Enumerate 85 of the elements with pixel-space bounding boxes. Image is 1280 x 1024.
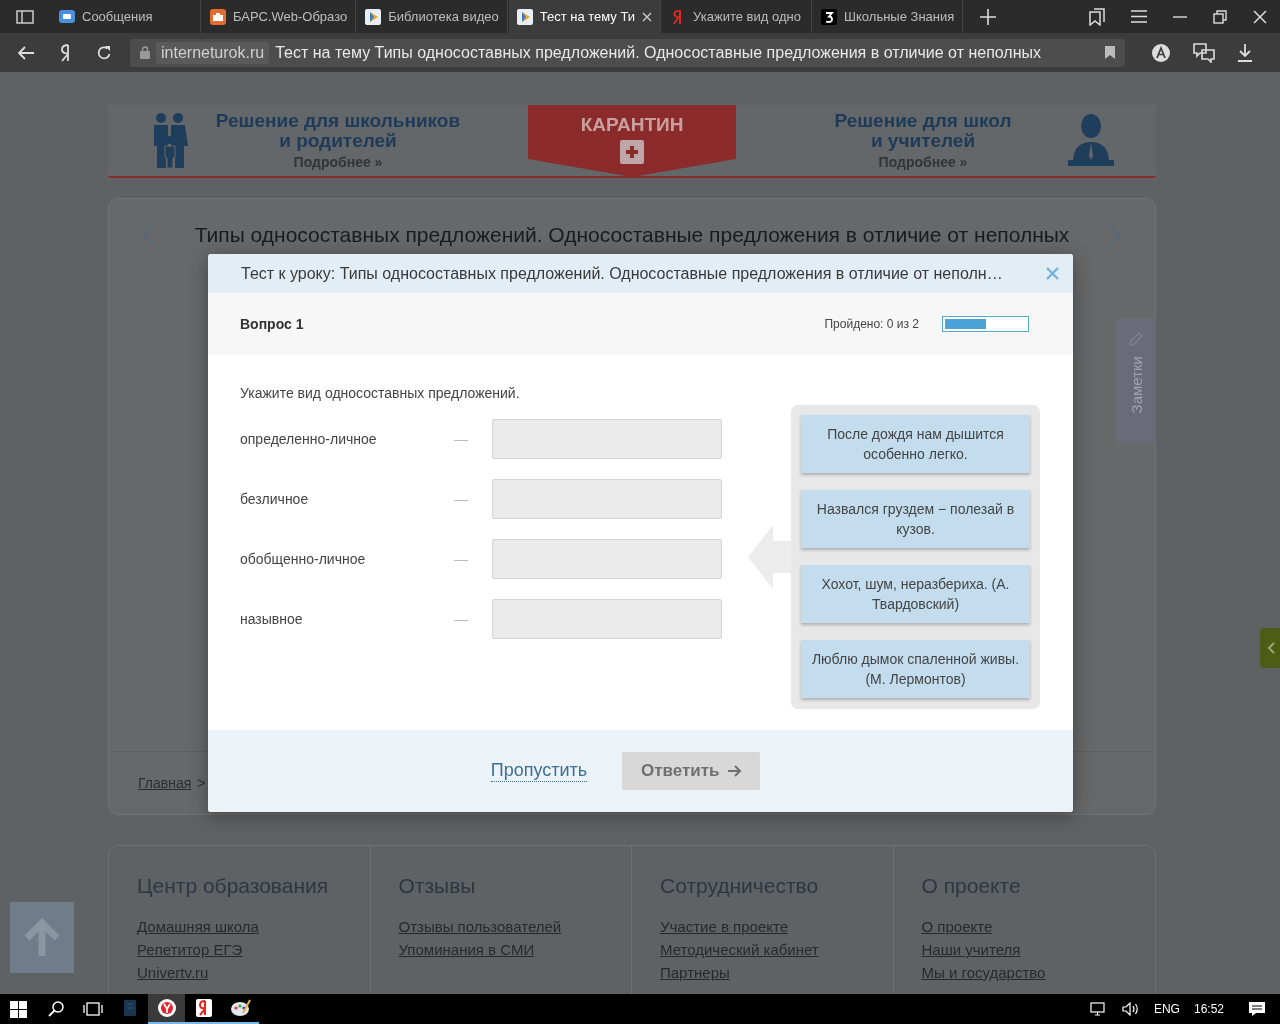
chat-icon [59,8,75,25]
drop-field[interactable] [492,479,722,519]
play-icon [516,8,533,25]
drop-field[interactable] [492,599,722,639]
quarantine-ribbon[interactable]: КАРАНТИН [528,105,736,177]
banner-title[interactable]: и родителей [190,131,486,151]
arrow-up-icon [22,917,62,958]
download-icon[interactable] [1237,43,1253,62]
footer-link[interactable]: Мы и государство [921,964,1127,981]
footer-link[interactable]: Репетитор ЕГЭ [137,941,342,958]
category-label: определенно-личное [240,431,378,447]
translate-icon[interactable] [1193,42,1215,63]
bookmarks-icon[interactable] [1089,7,1105,26]
breadcrumb-link[interactable]: Главная [138,775,192,791]
dash: — [454,431,469,447]
answer-card[interactable]: Люблю дымок спаленной живы. (М. Лермонтов) [801,640,1030,698]
restore-icon[interactable] [1213,9,1227,24]
notifications-icon[interactable] [1248,1001,1266,1017]
banner-title[interactable]: и учителей [778,131,1068,151]
footer-link[interactable]: Партнеры [660,964,865,981]
lock-icon [140,46,150,59]
footer-link[interactable]: Упоминания в СМИ [398,941,603,958]
windows-start-icon[interactable] [10,1000,27,1018]
bookmark-icon[interactable] [1105,46,1115,59]
answer-card[interactable]: Назвался груздем − полезай в кузов. [801,490,1030,548]
notepad-icon [123,1000,136,1016]
dash: — [454,491,469,507]
answer-card[interactable]: Хохот, шум, неразбериха. (А. Твардовский) [801,565,1030,623]
sidebar-icon[interactable] [16,9,34,24]
ribbon-title: КАРАНТИН [580,114,684,136]
play-icon [365,8,382,25]
close-icon[interactable] [642,11,653,22]
footer-link[interactable]: Univertv.ru [137,964,342,981]
banner-title[interactable]: Решение для школьников [190,111,486,131]
reload-icon[interactable] [96,44,112,61]
menu-icon[interactable] [1131,10,1147,23]
taskbar-app[interactable] [148,994,185,1024]
task-view-icon[interactable] [82,1002,103,1016]
breadcrumb-separator: > [197,775,206,791]
footer-link[interactable]: О проекте [921,918,1127,935]
znania-icon [821,8,838,25]
domain-label: interneturok.ru [156,41,270,64]
category-label: безличное [240,491,310,507]
category-label: назывное [240,611,304,627]
back-icon[interactable] [18,45,34,60]
yandex-letter-icon [195,999,212,1017]
palette-icon [230,999,251,1017]
minimize-icon[interactable] [1173,15,1187,18]
answer-card[interactable]: После дождя нам дышится особенно легко. [801,415,1030,473]
browser-tab[interactable]: Тест на тему Ти [508,0,662,33]
medical-cross-icon [620,140,644,164]
network-icon[interactable] [1089,1002,1108,1016]
footer-link[interactable]: Домашняя школа [137,918,342,935]
instruction-text: Укажите вид односоставных предложений. [240,385,521,401]
drop-field[interactable] [492,419,722,459]
account-icon[interactable] [1151,42,1171,63]
drop-field[interactable] [492,539,722,579]
notes-tab[interactable]: Заметки [1116,318,1156,443]
browser-icon [157,999,176,1017]
language-indicator[interactable]: ENG [1153,1002,1180,1016]
dash: — [454,551,469,567]
teacher-icon [1068,113,1114,168]
lesson-title: Типы односоставных предложений. Односоставные предложения в отличие от неполных [194,223,1070,247]
briefcase-icon [210,8,226,25]
volume-icon[interactable] [1121,1002,1140,1016]
arrow-right-icon [727,765,742,777]
skip-link[interactable]: Пропустить [490,760,588,782]
progress-label: Пройдено: 0 из 2 [824,317,919,331]
modal-title: Тест к уроку: Типы односоставных предложений. Односоставные предложения в отличие от неполн… [241,264,1004,283]
page-title: Тест на тему Типы односоставных предложений. Односоставные предложения в отличие от неполных [275,43,1043,62]
address-field[interactable]: interneturok.ru Тест на тему Типы односоставных предложений. Односоставные предложения в отличие от неполных [130,38,1125,67]
footer-link[interactable]: Методический кабинет [660,941,865,958]
footer-link[interactable]: Наши учителя [921,941,1127,958]
search-icon[interactable] [47,1001,64,1017]
close-icon[interactable] [1253,9,1267,24]
plus-icon[interactable] [980,8,997,25]
footer-link[interactable]: Отзывы пользователей [398,918,603,935]
footer-link[interactable]: Участие в проекте [660,918,865,935]
clock[interactable]: 16:52 [1193,1002,1224,1016]
chevron-left-icon [1267,642,1275,654]
yandex-logo-icon[interactable] [60,43,72,62]
question-number: Вопрос 1 [240,316,305,332]
dash: — [454,611,469,627]
banner-title[interactable]: Решение для школ [778,111,1068,131]
category-label: обобщенно-личное [240,551,367,567]
